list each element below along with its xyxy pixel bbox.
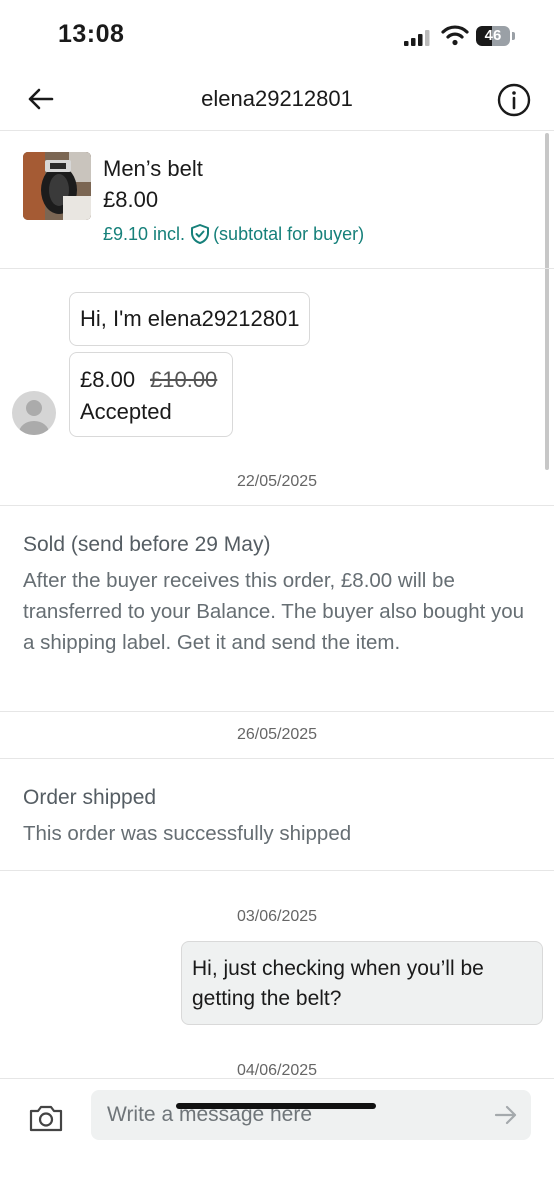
offer-original-price: £10.00 [150, 367, 218, 392]
buyer-subtotal[interactable]: £9.10 incl. (subtotal for buyer) [103, 223, 364, 245]
item-title: Men’s belt [103, 156, 203, 181]
offer-price: £8.00 [80, 367, 136, 392]
sold-notice-title: Sold (send before 29 May) [23, 533, 271, 556]
avatar[interactable] [12, 391, 56, 435]
item-card[interactable]: Men’s belt £8.00 £9.10 incl. (subtotal f… [0, 131, 554, 269]
divider [0, 505, 554, 506]
offer-status: Accepted [80, 399, 172, 424]
wifi-icon [441, 25, 469, 46]
battery-level: 46 [484, 27, 502, 44]
date-separator: 22/05/2025 [236, 473, 318, 490]
sold-notice-body: After the buyer receives this order, £8.… [23, 569, 525, 654]
shield-check-icon [191, 224, 210, 244]
incl-note: (subtotal for buyer) [213, 223, 365, 244]
status-bar: 13:08 46 [0, 0, 554, 72]
divider [0, 711, 554, 712]
chat-title: elena29212801 [201, 86, 353, 111]
item-photo[interactable] [23, 152, 91, 220]
item-price: £8.00 [103, 187, 159, 212]
date-separator: 03/06/2025 [236, 908, 318, 925]
message-input[interactable] [91, 1090, 531, 1140]
signal-icon [404, 30, 430, 46]
shipped-notice-title: Order shipped [23, 786, 157, 809]
incl-price: £9.10 incl. [103, 223, 186, 244]
info-icon[interactable] [496, 82, 532, 118]
home-indicator [176, 1103, 376, 1109]
shipped-notice-body: This order was successfully shipped [23, 822, 352, 845]
sent-message: Hi, just checking when you’ll be getting… [181, 941, 543, 1025]
offer-message: £8.00 £10.00 Accepted [69, 352, 233, 437]
message-composer [0, 1078, 554, 1201]
divider [0, 758, 554, 759]
sent-message-text: Hi, just checking when you’ll be getting… [192, 957, 484, 1010]
send-arrow-icon[interactable] [494, 1104, 518, 1126]
greeting-message: Hi, I'm elena29212801 [69, 292, 311, 346]
battery-icon: 46 [476, 26, 516, 46]
date-separator: 26/05/2025 [236, 726, 318, 743]
divider [0, 870, 554, 871]
camera-icon[interactable] [28, 1103, 64, 1133]
status-time: 13:08 [58, 20, 125, 48]
chat-header: elena29212801 [0, 72, 554, 131]
